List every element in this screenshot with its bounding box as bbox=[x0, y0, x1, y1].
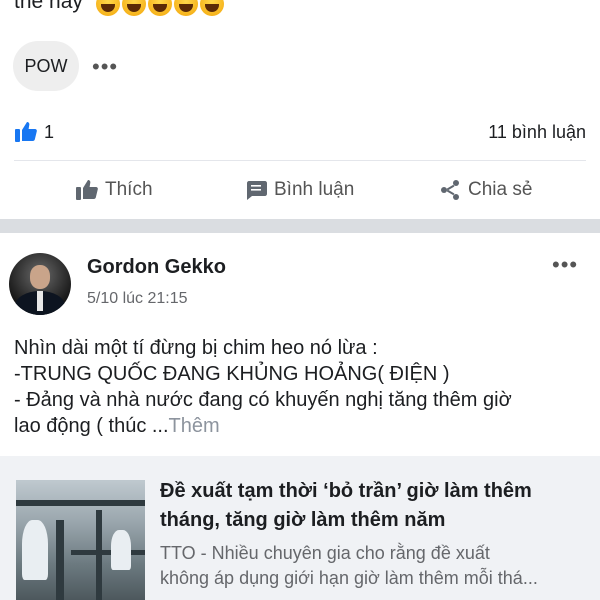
grinning-emoji-icon bbox=[200, 0, 224, 16]
link-desc-line: TTO - Nhiều chuyên gia cho rằng đề xuất bbox=[160, 543, 490, 563]
grinning-emoji-icon bbox=[122, 0, 146, 16]
like-count[interactable]: 1 bbox=[44, 122, 54, 143]
comment-count-link[interactable]: 11 bình luận bbox=[488, 122, 586, 143]
emoji-row bbox=[96, 0, 224, 16]
post-timestamp[interactable]: 5/10 lúc 21:15 bbox=[87, 290, 188, 308]
share-icon bbox=[441, 180, 459, 200]
pow-label: POW bbox=[24, 55, 68, 76]
link-preview-title[interactable]: Đề xuất tạm thời ‘bỏ trần’ giờ làm thêm … bbox=[160, 477, 580, 535]
thumbs-up-icon bbox=[76, 180, 98, 200]
author-avatar[interactable] bbox=[9, 253, 71, 315]
grinning-emoji-icon bbox=[96, 0, 120, 16]
link-preview-description: TTO - Nhiều chuyên gia cho rằng đề xuất … bbox=[160, 541, 590, 591]
feed-separator bbox=[0, 219, 600, 233]
share-button-label: Chia sẻ bbox=[468, 179, 533, 200]
post-line: lao động ( thúc ...Thêm bbox=[14, 415, 220, 437]
pow-reaction-button[interactable]: POW bbox=[13, 41, 79, 91]
post-line: -TRUNG QUỐC ĐANG KHỦNG HOẢNG( ĐIỆN ) bbox=[14, 363, 450, 385]
like-button[interactable]: Thích bbox=[75, 178, 153, 202]
comment-button[interactable]: Bình luận bbox=[244, 178, 354, 202]
like-count-icon bbox=[14, 120, 38, 144]
see-more-link[interactable]: Thêm bbox=[169, 415, 220, 437]
divider bbox=[14, 160, 586, 161]
comment-button-label: Bình luận bbox=[274, 179, 355, 200]
share-button[interactable]: Chia sẻ bbox=[438, 178, 532, 202]
like-button-label: Thích bbox=[105, 179, 153, 200]
post-options-icon[interactable]: ••• bbox=[552, 252, 578, 278]
link-desc-line: không áp dụng giới hạn giờ làm thêm mỗi … bbox=[160, 568, 538, 588]
more-horizontal-icon[interactable]: ••• bbox=[92, 54, 118, 80]
grinning-emoji-icon bbox=[148, 0, 172, 16]
grinning-emoji-icon bbox=[174, 0, 198, 16]
comment-icon bbox=[247, 181, 267, 200]
post-line: Nhìn dài một tí đừng bị chim heo nó lừa … bbox=[14, 337, 378, 359]
post-body: Nhìn dài một tí đừng bị chim heo nó lừa … bbox=[14, 335, 589, 439]
post-line: - Đảng và nhà nước đang có khuyến nghị t… bbox=[14, 389, 512, 411]
previous-post-text: thế hay bbox=[14, 0, 83, 13]
link-preview-thumbnail[interactable] bbox=[16, 480, 145, 600]
author-name[interactable]: Gordon Gekko bbox=[87, 256, 226, 279]
